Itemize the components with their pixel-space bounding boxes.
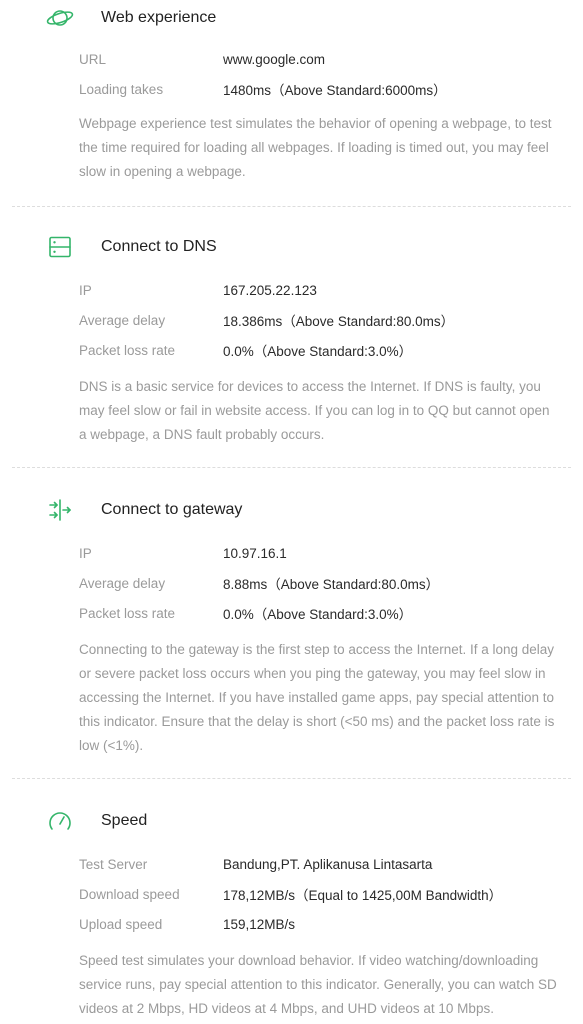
info-row: Test Server Bandung,PT. Aplikanusa Linta… <box>79 849 565 879</box>
info-row: Loading takes 1480ms（Above Standard:6000… <box>79 74 565 104</box>
section-speed: Speed Test Server Bandung,PT. Aplikanusa… <box>0 779 583 1021</box>
row-label: IP <box>79 282 92 298</box>
gateway-icon <box>44 494 76 526</box>
section-title: Speed <box>101 812 148 829</box>
info-row: Average delay 8.88ms（Above Standard:80.0… <box>79 568 565 598</box>
section-dns: Connect to DNS IP 167.205.22.123 Average… <box>0 207 583 447</box>
info-row: Average delay 18.386ms（Above Standard:80… <box>79 305 565 335</box>
info-row: Upload speed 159,12MB/s <box>79 909 565 939</box>
row-value: 178,12MB/s（Equal to 1425,00M Bandwidth） <box>223 888 503 903</box>
server-icon <box>44 231 76 263</box>
row-label: Download speed <box>79 886 180 902</box>
section-title: Connect to DNS <box>101 238 217 255</box>
section-description: Webpage experience test simulates the be… <box>79 116 552 179</box>
row-label: Average delay <box>79 312 166 328</box>
row-value: 10.97.16.1 <box>223 545 287 561</box>
row-value: 1480ms（Above Standard:6000ms） <box>223 83 447 98</box>
info-row: Packet loss rate 0.0%（Above Standard:3.0… <box>79 598 565 628</box>
info-row: IP 167.205.22.123 <box>79 275 565 305</box>
section-description: DNS is a basic service for devices to ac… <box>79 379 550 442</box>
section-header: Connect to DNS <box>22 227 565 267</box>
row-label: Upload speed <box>79 916 163 932</box>
info-row: Packet loss rate 0.0%（Above Standard:3.0… <box>79 335 565 365</box>
section-header: Speed <box>22 801 565 841</box>
row-value: 167.205.22.123 <box>223 282 317 298</box>
row-label: Test Server <box>79 856 148 872</box>
section-gateway: Connect to gateway IP 10.97.16.1 Average… <box>0 468 583 758</box>
info-row: IP 10.97.16.1 <box>79 538 565 568</box>
section-header: Web experience <box>22 0 565 36</box>
row-label: URL <box>79 51 107 67</box>
row-value: Bandung,PT. Aplikanusa Lintasarta <box>223 856 433 872</box>
speedometer-icon <box>44 805 76 837</box>
row-label: Packet loss rate <box>79 605 176 621</box>
row-label: Packet loss rate <box>79 342 176 358</box>
section-title: Connect to gateway <box>101 501 243 518</box>
section-web-experience: Web experience URL www.google.com Loadin… <box>0 0 583 184</box>
row-label: Loading takes <box>79 81 164 97</box>
section-description: Connecting to the gateway is the first s… <box>79 642 555 753</box>
row-value: 8.88ms（Above Standard:80.0ms） <box>223 577 440 592</box>
row-value: 159,12MB/s <box>223 916 296 932</box>
row-value: 0.0%（Above Standard:3.0%） <box>223 607 413 622</box>
info-row: URL www.google.com <box>79 44 565 74</box>
section-title: Web experience <box>101 9 217 26</box>
row-value: www.google.com <box>223 51 326 67</box>
row-value: 0.0%（Above Standard:3.0%） <box>223 344 413 359</box>
row-label: IP <box>79 545 92 561</box>
section-description: Speed test simulates your download behav… <box>79 953 557 1016</box>
row-label: Average delay <box>79 575 166 591</box>
info-row: Download speed 178,12MB/s（Equal to 1425,… <box>79 879 565 909</box>
row-value: 18.386ms（Above Standard:80.0ms） <box>223 314 455 329</box>
planet-icon <box>44 2 76 34</box>
section-header: Connect to gateway <box>22 490 565 530</box>
